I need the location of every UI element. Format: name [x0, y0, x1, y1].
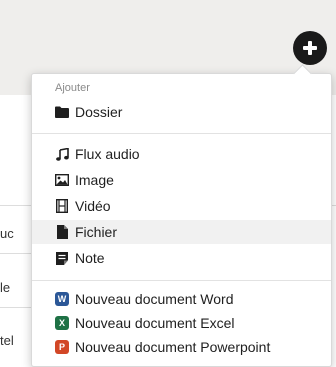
- menu-section-header: Ajouter: [55, 82, 90, 94]
- list-item-text: uc: [0, 226, 14, 241]
- menu-item-folder[interactable]: Dossier: [32, 100, 331, 124]
- list-divider: [0, 253, 34, 254]
- menu-item-video[interactable]: Vidéo: [32, 194, 331, 218]
- menu-item-new-powerpoint[interactable]: P Nouveau document Powerpoint: [32, 335, 331, 359]
- menu-item-label: Image: [75, 172, 114, 188]
- excel-icon: X: [55, 316, 69, 330]
- note-icon: [55, 251, 69, 265]
- menu-item-label: Nouveau document Word: [75, 291, 234, 307]
- menu-separator: [32, 280, 331, 281]
- list-divider: [0, 307, 34, 308]
- add-button[interactable]: [293, 31, 327, 65]
- list-item-text: le: [0, 280, 11, 295]
- folder-icon: [55, 105, 69, 119]
- add-dropdown-menu: Ajouter Dossier Flux audio Image Vidéo F…: [31, 64, 332, 367]
- menu-item-label: Nouveau document Powerpoint: [75, 339, 271, 355]
- image-icon: [55, 173, 69, 187]
- list-divider: [0, 205, 34, 206]
- word-icon: W: [55, 292, 69, 306]
- menu-item-label: Dossier: [75, 104, 123, 120]
- list-item-text: tel: [0, 333, 14, 348]
- menu-item-label: Nouveau document Excel: [75, 315, 235, 331]
- menu-item-label: Flux audio: [75, 146, 140, 162]
- film-icon: [55, 199, 69, 213]
- menu-item-new-word[interactable]: W Nouveau document Word: [32, 287, 331, 311]
- menu-item-label: Note: [75, 250, 105, 266]
- menu-item-new-excel[interactable]: X Nouveau document Excel: [32, 311, 331, 335]
- menu-item-note[interactable]: Note: [32, 246, 331, 270]
- music-note-icon: [55, 147, 69, 161]
- menu-item-label: Vidéo: [75, 198, 111, 214]
- menu-separator: [32, 133, 331, 134]
- menu-item-audio[interactable]: Flux audio: [32, 142, 331, 166]
- menu-item-file[interactable]: Fichier: [32, 220, 331, 244]
- menu-item-image[interactable]: Image: [32, 168, 331, 192]
- file-icon: [55, 225, 69, 239]
- menu-item-label: Fichier: [75, 224, 118, 240]
- powerpoint-icon: P: [55, 340, 69, 354]
